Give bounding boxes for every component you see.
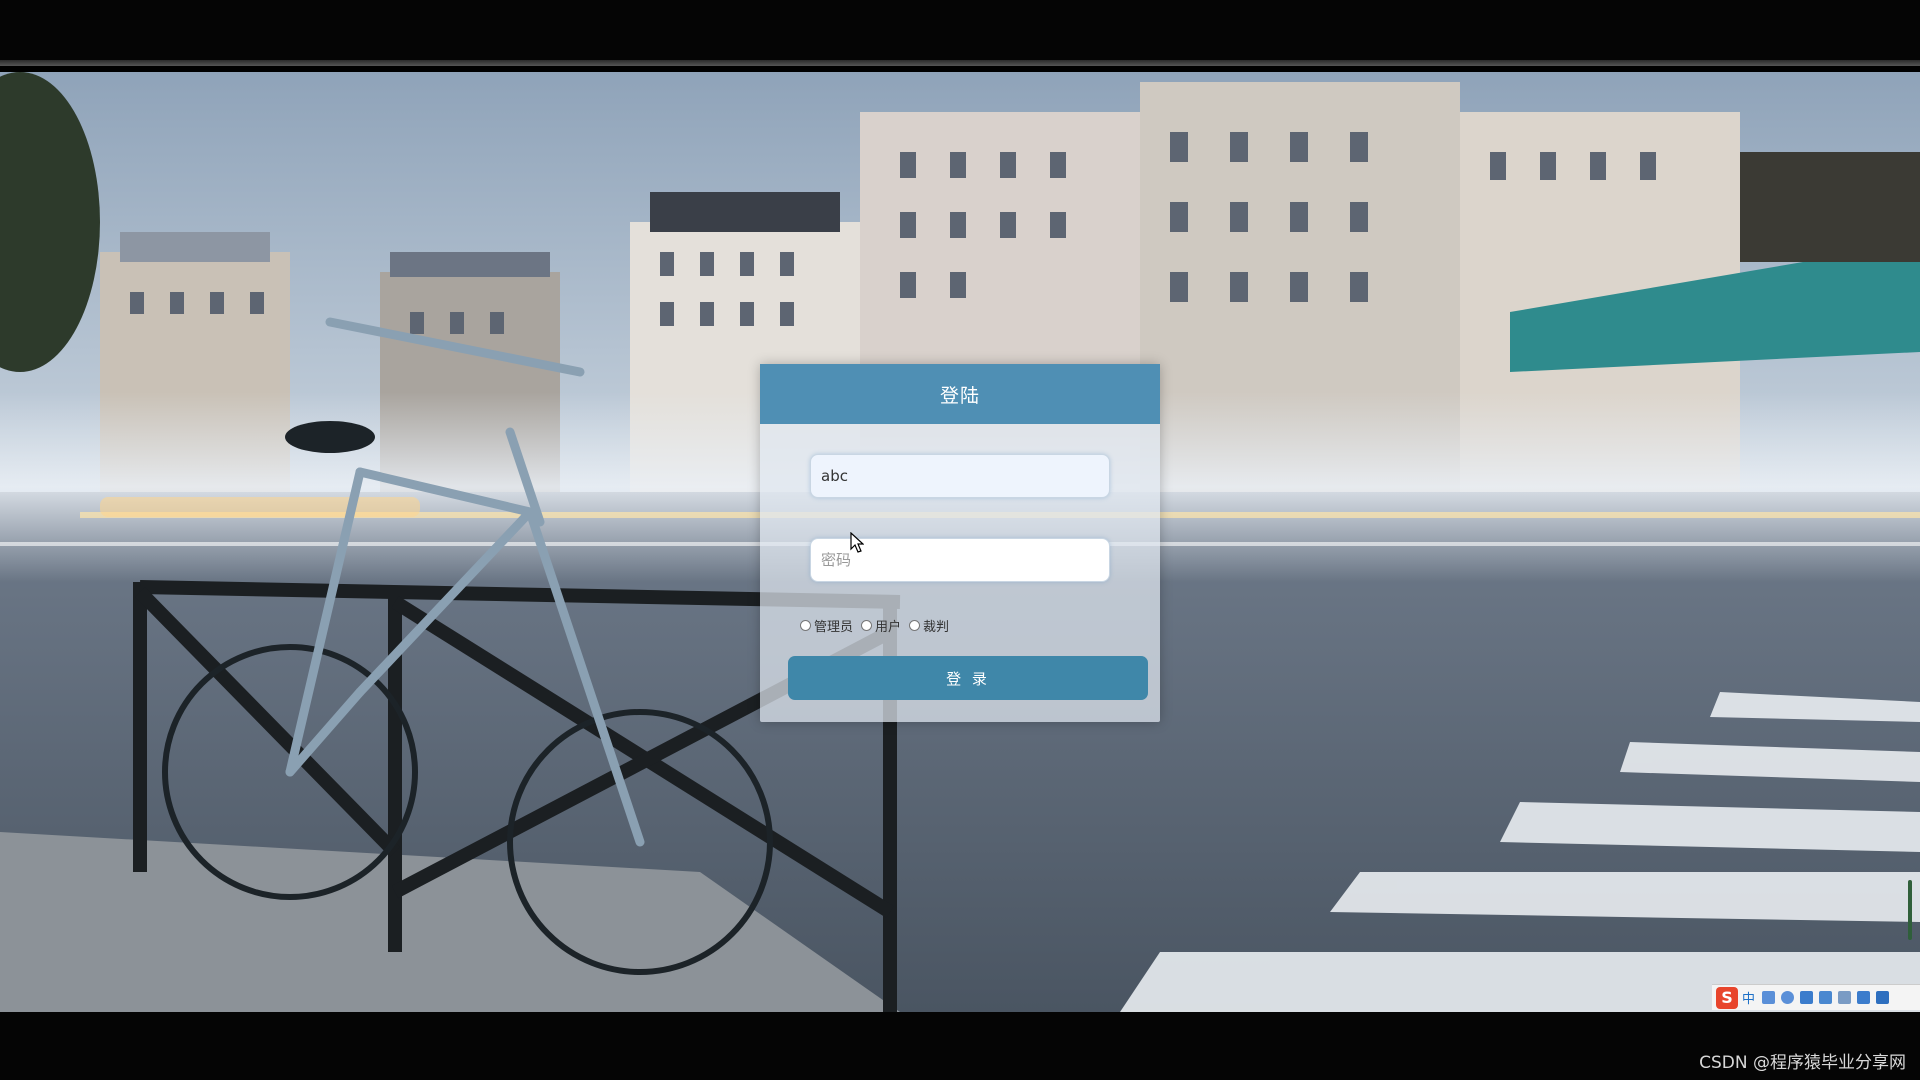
username-input[interactable] [810,454,1110,498]
role-option-referee[interactable]: 裁判 [909,616,949,635]
login-button[interactable]: 登 录 [788,656,1148,700]
role-selector: 管理员 用户 裁判 [800,614,957,636]
ime-mode-toggle[interactable]: 中 [1742,988,1755,1007]
user-icon[interactable] [1838,991,1852,1004]
radio-user[interactable] [861,619,873,631]
sogou-ime-icon[interactable]: S [1716,986,1738,1009]
microphone-icon[interactable] [1800,991,1814,1004]
radio-admin[interactable] [800,619,811,631]
letterbox-bottom [0,1012,1920,1080]
scroll-indicator [1908,880,1912,940]
radio-referee[interactable] [909,619,921,631]
ime-toolbar: S 中 [1712,984,1920,1010]
letterbox-top [0,0,1920,66]
role-option-user[interactable]: 用户 [861,616,901,635]
mouse-cursor-icon [850,532,864,553]
role-label-user: 用户 [875,619,902,635]
role-label-referee: 裁判 [923,619,950,635]
watermark: CSDN @程序猿毕业分享网 [1699,1053,1906,1073]
skin-icon[interactable] [1857,991,1871,1004]
role-option-admin[interactable]: 管理员 [800,616,853,635]
login-panel: 登陆 管理员 用户 裁判 登 录 [760,364,1160,722]
keyboard-icon[interactable] [1819,991,1833,1004]
screen: 登陆 管理员 用户 裁判 登 录 S 中 [0,0,1920,1080]
punctuation-icon[interactable] [1762,991,1776,1004]
login-title: 登陆 [760,364,1160,424]
toolbox-icon[interactable] [1876,991,1890,1004]
emoji-icon[interactable] [1781,991,1795,1004]
role-label-admin: 管理员 [814,619,854,635]
